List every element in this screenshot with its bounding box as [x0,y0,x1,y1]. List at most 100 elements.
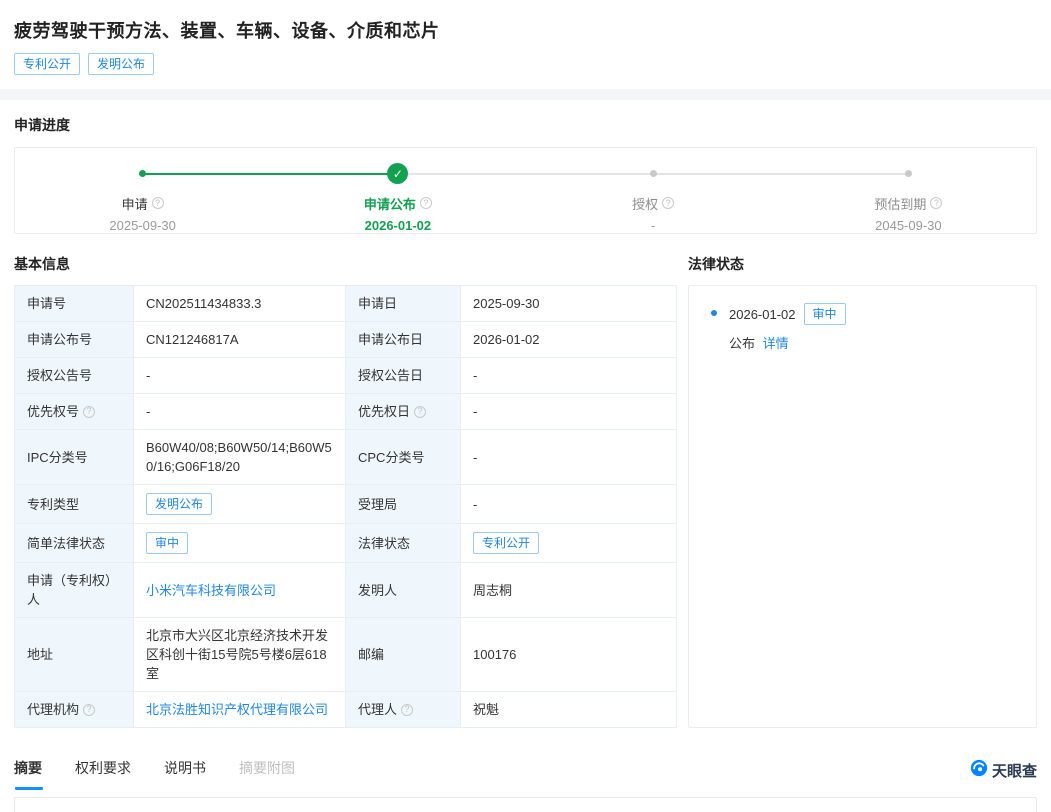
step-label: 授权 [632,194,658,213]
title-tag-row: 专利公开 发明公布 [14,53,1037,75]
field-label: 授权公告日 [346,358,461,394]
table-row: 代理机构? 北京法胜知识产权代理有限公司 代理人? 祝魁 [15,692,677,728]
help-icon[interactable]: ? [662,197,674,209]
progress-section-title: 申请进度 [14,115,1037,135]
main-content-row: 基本信息 申请号 CN202511434833.3 申请日 2025-09-30… [0,234,1051,728]
tab-description[interactable]: 说明书 [164,758,206,790]
field-label: 受理局 [346,485,461,524]
basic-info-section: 基本信息 申请号 CN202511434833.3 申请日 2025-09-30… [14,254,676,728]
page-header: 疲劳驾驶干预方法、装置、车辆、设备、介质和芯片 专利公开 发明公布 [0,0,1051,89]
applicant-link[interactable]: 小米汽车科技有限公司 [146,583,276,598]
help-icon[interactable]: ? [83,704,95,716]
help-icon[interactable]: ? [414,406,426,418]
field-label: 申请日 [346,286,461,322]
abstract-content: 本公开提出了一种疲劳驾驶干预方法、装置、车辆、设备、介质和芯片，适用于智能座舱，… [14,797,1037,812]
application-progress-section: 申请进度 申请 ? 2025-09-30 ✓ [0,100,1051,234]
legal-status-date: 2026-01-02 [729,307,796,322]
step-dot-done [139,170,146,177]
table-row: IPC分类号 B60W40/08;B60W50/14;B60W50/16;G06… [15,430,677,485]
field-value: 2025-09-30 [461,286,677,322]
tag-invention-publication: 发明公布 [88,53,154,75]
table-row: 地址 北京市大兴区北京经济技术开发区科创十街15号院5号楼6层618室 邮编 1… [15,618,677,692]
field-label: 专利类型 [15,485,134,524]
field-value: 2026-01-02 [461,322,677,358]
timeline-step-publication: ✓ 申请公布 ? 2026-01-02 [270,163,525,233]
patent-type-tag: 发明公布 [146,493,212,515]
tab-abstract-figures: 摘要附图 [239,758,295,790]
table-row: 申请（专利权）人 小米汽车科技有限公司 发明人 周志桐 [15,563,677,618]
table-row: 优先权号? - 优先权日? - [15,394,677,430]
field-label: 优先权号 [27,402,79,421]
step-date: 2025-09-30 [109,218,176,233]
section-divider [0,89,1051,100]
check-circle-icon: ✓ [387,163,408,184]
field-value: CN202511434833.3 [134,286,346,322]
field-value: - [461,358,677,394]
basic-info-table: 申请号 CN202511434833.3 申请日 2025-09-30 申请公布… [14,285,677,728]
agency-link[interactable]: 北京法胜知识产权代理有限公司 [146,702,328,717]
field-label: CPC分类号 [346,430,461,485]
field-label: 代理机构 [27,700,79,719]
field-value: 周志桐 [461,563,677,618]
field-label: 邮编 [346,618,461,692]
field-value: CN121246817A [134,322,346,358]
field-label: 法律状态 [346,524,461,563]
table-row: 授权公告号 - 授权公告日 - [15,358,677,394]
legal-status-action: 公布 [729,336,755,351]
progress-timeline: 申请 ? 2025-09-30 ✓ 申请公布 ? 2026-01-02 [14,147,1037,234]
legal-status-panel: 2026-01-02 审中 公布 详情 [688,285,1037,728]
help-icon[interactable]: ? [401,704,413,716]
timeline-step-application: 申请 ? 2025-09-30 [15,163,270,233]
timeline-step-grant: 授权 ? - [526,163,781,233]
legal-status-entry: 2026-01-02 审中 公布 详情 [703,303,1022,352]
table-row: 专利类型 发明公布 受理局 - [15,485,677,524]
step-date: 2045-09-30 [875,218,942,233]
table-row: 简单法律状态 审中 法律状态 专利公开 [15,524,677,563]
tag-patent-public: 专利公开 [14,53,80,75]
help-icon[interactable]: ? [420,197,432,209]
brand-watermark: 天眼查 [970,759,1037,782]
basic-info-section-title: 基本信息 [14,254,676,274]
step-dot-pending [650,170,657,177]
brand-name: 天眼查 [992,760,1037,781]
field-label: 简单法律状态 [15,524,134,563]
field-label: 优先权日 [358,402,410,421]
table-row: 申请号 CN202511434833.3 申请日 2025-09-30 [15,286,677,322]
field-value: 北京市大兴区北京经济技术开发区科创十街15号院5号楼6层618室 [134,618,346,692]
page-title: 疲劳驾驶干预方法、装置、车辆、设备、介质和芯片 [14,17,1037,43]
field-value: - [461,394,677,430]
field-value: B60W40/08;B60W50/14;B60W50/16;G06F18/20 [134,430,346,485]
tab-abstract[interactable]: 摘要 [14,758,42,790]
legal-status-tag: 专利公开 [473,532,539,554]
field-value: - [134,358,346,394]
timeline-step-expiry: 预估到期 ? 2045-09-30 [781,163,1036,233]
step-date: 2026-01-02 [365,218,432,233]
help-icon[interactable]: ? [83,406,95,418]
table-row: 申请公布号 CN121246817A 申请公布日 2026-01-02 [15,322,677,358]
help-icon[interactable]: ? [152,197,164,209]
legal-status-detail-link[interactable]: 详情 [763,336,789,351]
field-value: - [134,394,346,430]
legal-status-section: 法律状态 2026-01-02 审中 公布 详情 [688,254,1037,728]
field-value: 祝魁 [461,692,677,728]
field-label: IPC分类号 [15,430,134,485]
tab-claims[interactable]: 权利要求 [75,758,131,790]
step-label: 申请 [122,194,148,213]
legal-status-entry-tag: 审中 [804,303,846,325]
field-label: 授权公告号 [15,358,134,394]
step-label: 申请公布 [364,194,416,213]
bullet-dot-icon [711,310,717,316]
field-label: 申请（专利权）人 [15,563,134,618]
document-tab-bar: 摘要 权利要求 说明书 摘要附图 天眼查 [0,758,1051,790]
help-icon[interactable]: ? [930,197,942,209]
tianyancha-logo-icon [970,759,988,782]
field-label: 申请号 [15,286,134,322]
patent-detail-page: 疲劳驾驶干预方法、装置、车辆、设备、介质和芯片 专利公开 发明公布 申请进度 申… [0,0,1051,812]
field-label: 代理人 [358,700,397,719]
field-label: 申请公布号 [15,322,134,358]
field-label: 发明人 [346,563,461,618]
simple-legal-status-tag: 审中 [146,532,188,554]
field-label: 地址 [15,618,134,692]
legal-status-section-title: 法律状态 [688,254,1037,274]
field-label: 申请公布日 [346,322,461,358]
